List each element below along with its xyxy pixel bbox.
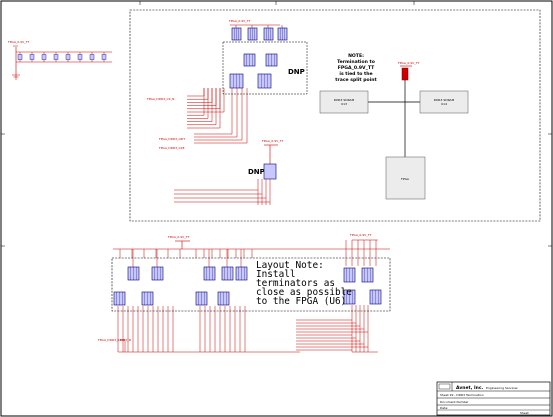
note-line-3: is tied to the [339,71,372,77]
schematic-sheet: FPGA_0.9V_TT FPGA_0.9V_TT DNP FPGA_0.9V_… [0,0,553,417]
resistor-pack [265,53,278,67]
power-label-bottom: FPGA_0.9V_TT [168,235,190,239]
resistor-pack [217,291,230,306]
date-label: Date: [440,406,448,410]
power-label-right: FPGA_0.9V_TT [350,233,372,237]
resistor-pack [257,73,272,89]
resistor-pack [229,73,244,89]
ddr3-left-sub: U13 [341,102,347,106]
note-line-4: trace split point [335,77,377,83]
dnp-resistor-pack [263,163,277,180]
left-resistor-array: FPGA_0.9V_TT [8,40,112,80]
resistor-pack [343,267,356,283]
power-label-top: FPGA_0.9V_TT [229,19,251,23]
termination-note: NOTE: Termination to FPGA_0.9V_TT is tie… [335,53,377,83]
dnp-label-upper: DNP [288,68,305,76]
power-label-left: FPGA_0.9V_TT [8,40,30,44]
title-block: Avnet, Inc. Engineering Services Sheet 2… [436,381,551,416]
layout-note: Layout Note: Install terminators as clos… [256,260,352,307]
resistor-pack [361,267,374,283]
company-name: Avnet, Inc. [456,385,483,391]
split-point-resistor [401,67,409,81]
resistor [77,54,83,60]
dnp-label-lower: DNP [248,168,265,176]
note-line-2: FPGA_0.9V_TT [338,65,375,71]
resistor [29,54,35,60]
fpga-label: FPGA [401,177,410,181]
resistor-pack [141,291,154,306]
note-title: NOTE: [348,53,364,59]
net-label-cke: FPGA_DDR3_CKE [159,146,185,150]
resistor-pack [247,27,258,41]
doc-number: Document Number [440,400,469,404]
resistor-pack [203,266,216,281]
sheet-label: Sheet [520,411,529,415]
termination-region-frame [129,9,541,222]
zone-ticks [1,1,552,247]
resistor [17,54,23,60]
resistor-pack [369,289,382,305]
net-bundle-upper [187,88,248,144]
resistor-pack [113,291,126,306]
layout-note-line-5: to the FPGA (U6) [256,296,346,307]
dnp-group-upper: FPGA_0.9V_TT DNP [222,19,308,95]
resistor [41,54,47,60]
division-name: Engineering Services [486,386,518,390]
resistor-pack [231,27,242,41]
topology-power-label: FPGA_0.9V_TT [398,61,420,65]
resistor-pack [235,266,248,281]
resistor-pack [221,266,234,281]
dnp-group-lower: FPGA_0.9V_TT DNP [174,139,284,205]
resistor-pack [127,266,140,281]
resistor [89,54,95,60]
resistor [101,54,107,60]
net-label-clk: FPGA_DDR3_CK_N [147,97,174,101]
net-label-odt: FPGA_DDR3_ODT [159,137,185,141]
resistor-pack [277,27,288,41]
sheet-title: Sheet 29 - DDR3 Termination [440,393,484,397]
resistor [65,54,71,60]
resistor-pack [243,53,256,67]
power-label-sub: FPGA_0.9V_TT [262,139,284,143]
resistor [53,54,59,60]
ddr3-right-sub: U14 [441,102,447,106]
resistor-pack [151,266,164,281]
net-label-reset: FPGA_DDR3_RESET_N [98,338,131,342]
resistor-pack [263,27,274,41]
note-line-1: Termination to [337,59,375,65]
resistor-pack [195,291,208,306]
